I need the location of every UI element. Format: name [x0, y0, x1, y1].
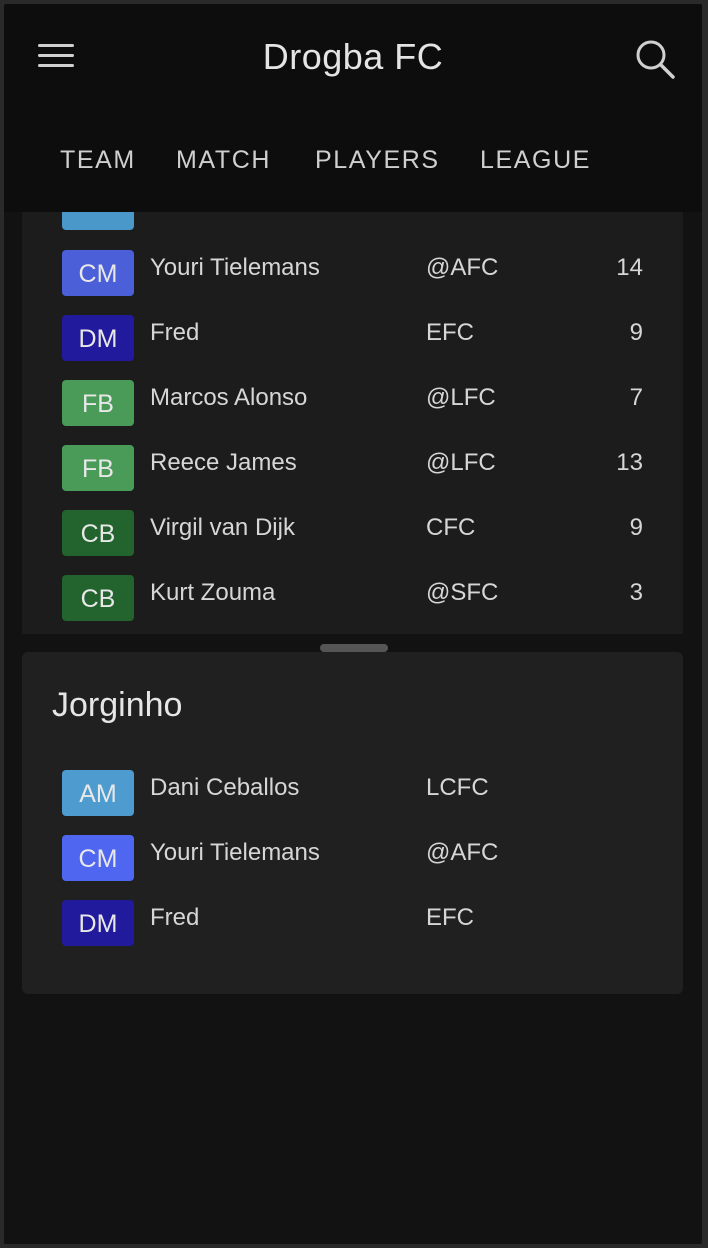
player-row[interactable]: FB Marcos Alonso @LFC 7 [22, 380, 683, 440]
search-icon [636, 40, 675, 79]
player-name: Dani Ceballos [150, 774, 300, 801]
tab-bar: TEAM MATCH PLAYERS LEAGUE [4, 138, 702, 188]
search-button[interactable] [634, 38, 676, 80]
tab-team[interactable]: TEAM [60, 146, 136, 175]
app-frame: Drogba FC TEAM MATCH PLAYERS LEAGUE CM Y… [4, 4, 702, 1244]
player-club: @LFC [426, 449, 496, 476]
position-badge: CM [62, 835, 134, 881]
position-badge: CB [62, 510, 134, 556]
position-badge: DM [62, 900, 134, 946]
sheet-player-row[interactable]: DM Fred EFC [22, 900, 683, 960]
player-number: 9 [629, 514, 643, 541]
player-club: @AFC [426, 254, 499, 281]
player-number: 3 [629, 579, 643, 606]
player-row[interactable]: CM Youri Tielemans @AFC 14 [22, 250, 683, 310]
player-club: EFC [426, 904, 474, 931]
player-club: CFC [426, 514, 476, 541]
player-name: Virgil van Dijk [150, 514, 295, 541]
tab-match[interactable]: MATCH [176, 146, 271, 175]
player-number: 7 [629, 384, 643, 411]
sheet-player-row[interactable]: AM Dani Ceballos LCFC [22, 770, 683, 830]
player-club: @LFC [426, 384, 496, 411]
position-badge: FB [62, 380, 134, 426]
player-name: Reece James [150, 449, 297, 476]
position-badge: CB [62, 575, 134, 621]
player-row[interactable]: DM Fred EFC 9 [22, 315, 683, 375]
player-club: @AFC [426, 839, 499, 866]
player-club: LCFC [426, 774, 489, 801]
player-name: Fred [150, 319, 200, 346]
player-number: 9 [629, 319, 643, 346]
position-badge: CM [62, 250, 134, 296]
position-badge: DM [62, 315, 134, 361]
player-club: @SFC [426, 579, 499, 606]
sheet-drag-handle[interactable] [320, 644, 388, 652]
position-badge: AM [62, 770, 134, 816]
player-number: 13 [616, 449, 643, 476]
player-name: Fred [150, 904, 200, 931]
position-badge: FB [62, 445, 134, 491]
app-title: Drogba FC [262, 36, 444, 77]
sheet-player-row[interactable]: CM Youri Tielemans @AFC [22, 835, 683, 895]
player-row[interactable]: FB Reece James @LFC 13 [22, 445, 683, 505]
sheet-title: Jorginho [52, 686, 183, 724]
player-detail-sheet: Jorginho AM Dani Ceballos LCFC CM Youri … [22, 652, 683, 994]
position-badge [62, 212, 134, 230]
player-club: EFC [426, 319, 474, 346]
tab-league[interactable]: LEAGUE [480, 146, 591, 175]
player-name: Youri Tielemans [150, 839, 320, 866]
player-list[interactable]: CM Youri Tielemans @AFC 14 DM Fred EFC 9… [22, 212, 683, 634]
player-row[interactable]: CB Virgil van Dijk CFC 9 [22, 510, 683, 570]
app-bar: Drogba FC TEAM MATCH PLAYERS LEAGUE [4, 4, 702, 212]
player-name: Kurt Zouma [150, 579, 276, 606]
player-name: Marcos Alonso [150, 384, 308, 411]
tab-players[interactable]: PLAYERS [315, 146, 440, 175]
player-row[interactable]: CB Kurt Zouma @SFC 3 [22, 575, 683, 634]
player-number: 14 [616, 254, 643, 281]
player-name: Youri Tielemans [150, 254, 320, 281]
